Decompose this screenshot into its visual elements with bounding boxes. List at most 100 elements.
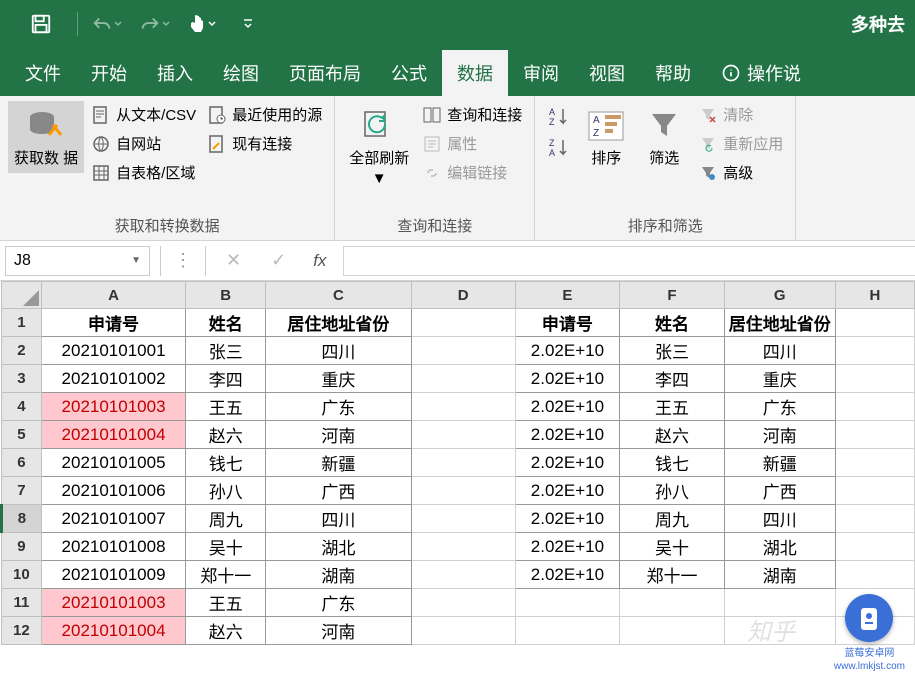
cell-B3[interactable]: 李四 [186, 365, 266, 393]
cell-A8[interactable]: 20210101007 [41, 505, 186, 533]
tab-data[interactable]: 数据 [442, 50, 508, 96]
cell-B5[interactable]: 赵六 [186, 421, 266, 449]
cell-E11[interactable] [515, 589, 620, 617]
cell-D3[interactable] [411, 365, 515, 393]
cell-C12[interactable]: 河南 [266, 617, 412, 645]
cell-G7[interactable]: 广西 [724, 477, 835, 505]
cell-C2[interactable]: 四川 [266, 337, 412, 365]
cell-A11[interactable]: 20210101003 [41, 589, 186, 617]
cell-B1[interactable]: 姓名 [186, 309, 266, 337]
cell-C4[interactable]: 广东 [266, 393, 412, 421]
reapply-button[interactable]: 重新应用 [695, 130, 787, 157]
cell-D2[interactable] [411, 337, 515, 365]
cell-C1[interactable]: 居住地址省份 [266, 309, 412, 337]
row-header-12[interactable]: 12 [2, 617, 42, 645]
cell-A10[interactable]: 20210101009 [41, 561, 186, 589]
cell-F1[interactable]: 姓名 [620, 309, 724, 337]
col-header-A[interactable]: A [41, 282, 186, 309]
cell-H1[interactable] [835, 309, 914, 337]
undo-button[interactable] [89, 13, 125, 35]
cell-D11[interactable] [411, 589, 515, 617]
cell-D7[interactable] [411, 477, 515, 505]
cell-C8[interactable]: 四川 [266, 505, 412, 533]
cell-G2[interactable]: 四川 [724, 337, 835, 365]
name-box-dropdown-icon[interactable]: ▼ [131, 255, 141, 266]
col-header-D[interactable]: D [411, 282, 515, 309]
tab-insert[interactable]: 插入 [142, 50, 208, 96]
cell-F2[interactable]: 张三 [620, 337, 724, 365]
cell-E12[interactable] [515, 617, 620, 645]
cell-B10[interactable]: 郑十一 [186, 561, 266, 589]
cell-C7[interactable]: 广西 [266, 477, 412, 505]
cell-H8[interactable] [835, 505, 914, 533]
cell-D8[interactable] [411, 505, 515, 533]
cell-C9[interactable]: 湖北 [266, 533, 412, 561]
cell-B7[interactable]: 孙八 [186, 477, 266, 505]
col-header-G[interactable]: G [724, 282, 835, 309]
cell-E4[interactable]: 2.02E+10 [515, 393, 620, 421]
qat-customize-button[interactable] [240, 16, 256, 32]
cell-F9[interactable]: 吴十 [620, 533, 724, 561]
cell-F4[interactable]: 王五 [620, 393, 724, 421]
cell-G10[interactable]: 湖南 [724, 561, 835, 589]
tab-review[interactable]: 审阅 [508, 50, 574, 96]
formula-input[interactable] [343, 246, 915, 276]
cell-B9[interactable]: 吴十 [186, 533, 266, 561]
recent-sources-button[interactable]: 最近使用的源 [204, 101, 326, 128]
cell-B2[interactable]: 张三 [186, 337, 266, 365]
cell-G3[interactable]: 重庆 [724, 365, 835, 393]
cell-C11[interactable]: 广东 [266, 589, 412, 617]
from-web-button[interactable]: 自网站 [88, 130, 200, 157]
sort-button[interactable]: AZ 排序 [579, 101, 633, 173]
cell-A12[interactable]: 20210101004 [41, 617, 186, 645]
select-all-corner[interactable] [2, 282, 42, 309]
row-header-1[interactable]: 1 [2, 309, 42, 337]
cell-F6[interactable]: 钱七 [620, 449, 724, 477]
cell-E2[interactable]: 2.02E+10 [515, 337, 620, 365]
row-header-5[interactable]: 5 [2, 421, 42, 449]
cell-B6[interactable]: 钱七 [186, 449, 266, 477]
sort-asc-button[interactable]: AZ [547, 105, 571, 132]
cell-C10[interactable]: 湖南 [266, 561, 412, 589]
tab-draw[interactable]: 绘图 [208, 50, 274, 96]
cell-E7[interactable]: 2.02E+10 [515, 477, 620, 505]
cell-H2[interactable] [835, 337, 914, 365]
from-text-csv-button[interactable]: 从文本/CSV [88, 101, 200, 128]
cell-G12[interactable] [724, 617, 835, 645]
row-header-9[interactable]: 9 [2, 533, 42, 561]
cell-H6[interactable] [835, 449, 914, 477]
cell-E1[interactable]: 申请号 [515, 309, 620, 337]
row-header-11[interactable]: 11 [2, 589, 42, 617]
filter-button[interactable]: 筛选 [637, 101, 691, 173]
touch-mode-button[interactable] [185, 11, 219, 37]
redo-button[interactable] [137, 13, 173, 35]
cell-B11[interactable]: 王五 [186, 589, 266, 617]
cell-G4[interactable]: 广东 [724, 393, 835, 421]
cell-F8[interactable]: 周九 [620, 505, 724, 533]
cell-F5[interactable]: 赵六 [620, 421, 724, 449]
cell-H7[interactable] [835, 477, 914, 505]
cell-C5[interactable]: 河南 [266, 421, 412, 449]
cell-G6[interactable]: 新疆 [724, 449, 835, 477]
properties-button[interactable]: 属性 [419, 130, 526, 157]
tab-tellme[interactable]: 操作说 [706, 50, 816, 96]
row-header-4[interactable]: 4 [2, 393, 42, 421]
cell-C3[interactable]: 重庆 [266, 365, 412, 393]
cell-A7[interactable]: 20210101006 [41, 477, 186, 505]
name-box[interactable]: J8 ▼ [5, 246, 150, 276]
cell-B4[interactable]: 王五 [186, 393, 266, 421]
existing-connections-button[interactable]: 现有连接 [204, 130, 326, 157]
from-table-button[interactable]: 自表格/区域 [88, 159, 200, 186]
fx-icon[interactable]: fx [301, 251, 338, 271]
cell-F10[interactable]: 郑十一 [620, 561, 724, 589]
col-header-B[interactable]: B [186, 282, 266, 309]
get-data-button[interactable]: 获取数 据 [8, 101, 84, 173]
row-header-8[interactable]: 8 [2, 505, 42, 533]
cell-F7[interactable]: 孙八 [620, 477, 724, 505]
cell-B12[interactable]: 赵六 [186, 617, 266, 645]
cell-C6[interactable]: 新疆 [266, 449, 412, 477]
queries-connections-button[interactable]: 查询和连接 [419, 101, 526, 128]
tab-home[interactable]: 开始 [76, 50, 142, 96]
cell-F11[interactable] [620, 589, 724, 617]
cell-A5[interactable]: 20210101004 [41, 421, 186, 449]
